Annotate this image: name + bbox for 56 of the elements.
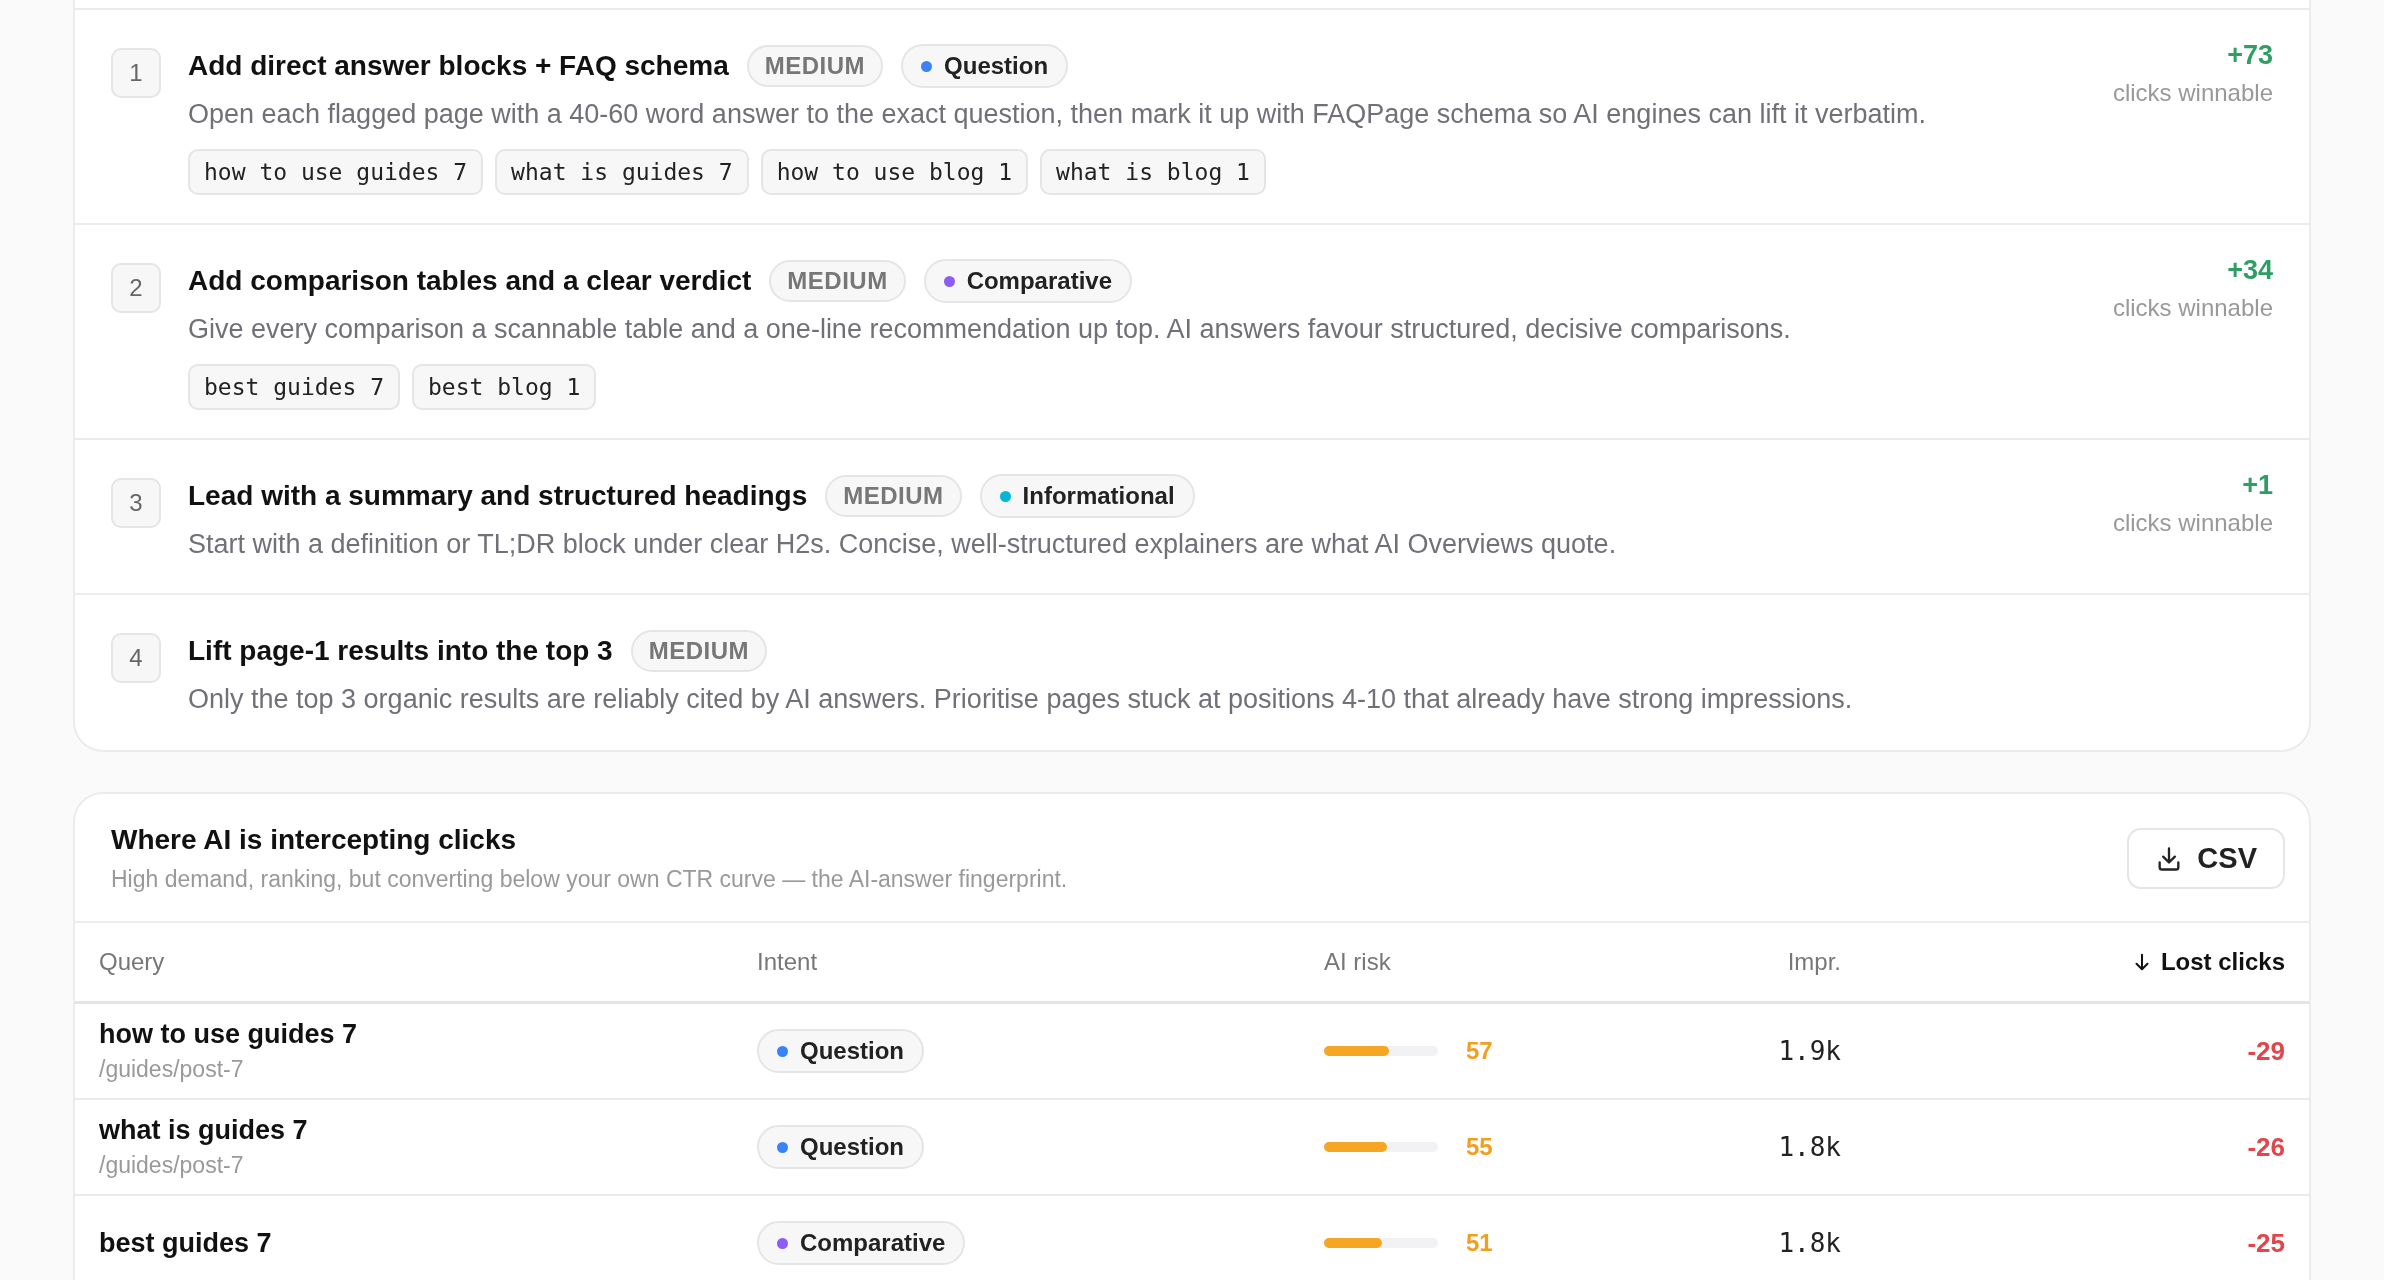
section-subtitle: High demand, ranking, but converting below your own CTR curve — the AI-answer fingerprint.: [111, 866, 1068, 893]
recommendation-title: Add comparison tables and a clear verdict: [188, 265, 752, 297]
page-path: /guides/post-7: [99, 1056, 245, 1083]
section-title: Where AI is intercepting clicks: [111, 824, 518, 856]
intent-label: Question: [800, 1133, 904, 1161]
recommendation-description: Only the top 3 organic results are reliably cited by AI answers. Prioritise pages stuck at positions 4-10 that already have strong impressions.: [188, 683, 1854, 716]
clicks-gain: +73: [2227, 40, 2273, 71]
risk-score: 51: [1466, 1229, 1493, 1257]
intent-label: Comparative: [966, 267, 1112, 295]
column-header[interactable]: Lost clicks: [2130, 948, 2285, 976]
lost-clicks-value: -25: [2247, 1227, 2285, 1258]
query-chip: how to use blog 1: [760, 149, 1029, 195]
effort-tag: MEDIUM: [825, 475, 962, 517]
clicks-gain: +1: [2242, 470, 2273, 501]
query-text: best guides 7: [99, 1227, 273, 1259]
recommendation-title: Add direct answer blocks + FAQ schema: [188, 50, 729, 82]
recommendation-description: Start with a definition or TL;DR block under clear H2s. Concise, well-structured explainers are what AI Overviews quote.: [188, 528, 1618, 561]
step-number: 4: [111, 633, 161, 683]
column-header[interactable]: Intent: [757, 948, 1324, 976]
query-chip: how to use guides 7: [188, 149, 484, 195]
step-number: 2: [111, 263, 161, 313]
lost-clicks-value: -26: [2247, 1131, 2285, 1162]
lost-clicks-value: -29: [2247, 1035, 2285, 1066]
intent-label: Question: [800, 1037, 904, 1065]
gain-label: clicks winnable: [2112, 509, 2273, 537]
recommendation-title: Lift page-1 results into the top 3: [188, 635, 613, 667]
effort-tag: MEDIUM: [769, 260, 906, 302]
query-chip: best guides 7: [188, 364, 400, 410]
step-number: 1: [111, 48, 161, 98]
intent-label: Question: [944, 52, 1049, 80]
recommendation-description: Give every comparison a scannable table and a one-line recommendation up top. AI answers favour structured, decisive comparisons.: [188, 313, 1792, 346]
recommendation-title: Lead with a summary and structured headings: [188, 480, 808, 512]
step-number: 3: [111, 478, 161, 528]
query-chip: what is guides 7: [495, 149, 749, 195]
effort-tag: MEDIUM: [630, 630, 768, 672]
recommendation-description: Open each flagged page with a 40-60 word answer to the exact question, then mark it up with FAQPage schema so AI engines can lift it verbatim.: [188, 98, 1927, 131]
gain-label: clicks winnable: [2112, 79, 2273, 107]
csv-download-button[interactable]: CSV: [2127, 828, 2285, 889]
intent-label: Informational: [1022, 482, 1175, 510]
effort-tag: MEDIUM: [746, 45, 884, 87]
column-header[interactable]: Query: [99, 948, 757, 976]
query-chip: what is blog 1: [1040, 149, 1266, 195]
impressions-value: 1.8k: [1778, 1132, 1841, 1162]
risk-score: 57: [1466, 1037, 1493, 1065]
impressions-value: 1.8k: [1778, 1228, 1841, 1258]
intent-label: Comparative: [800, 1229, 946, 1257]
impressions-value: 1.9k: [1778, 1036, 1841, 1066]
page-path: /guides/post-7: [99, 1152, 245, 1179]
query-text: what is guides 7: [99, 1115, 309, 1146]
risk-score: 55: [1466, 1133, 1493, 1161]
gain-label: clicks winnable: [2112, 294, 2273, 322]
query-chip: best blog 1: [412, 364, 597, 410]
column-header[interactable]: Impr.: [1787, 948, 1841, 976]
clicks-gain: +34: [2227, 255, 2273, 286]
query-text: how to use guides 7: [99, 1019, 359, 1050]
column-header[interactable]: AI risk: [1324, 948, 1602, 976]
